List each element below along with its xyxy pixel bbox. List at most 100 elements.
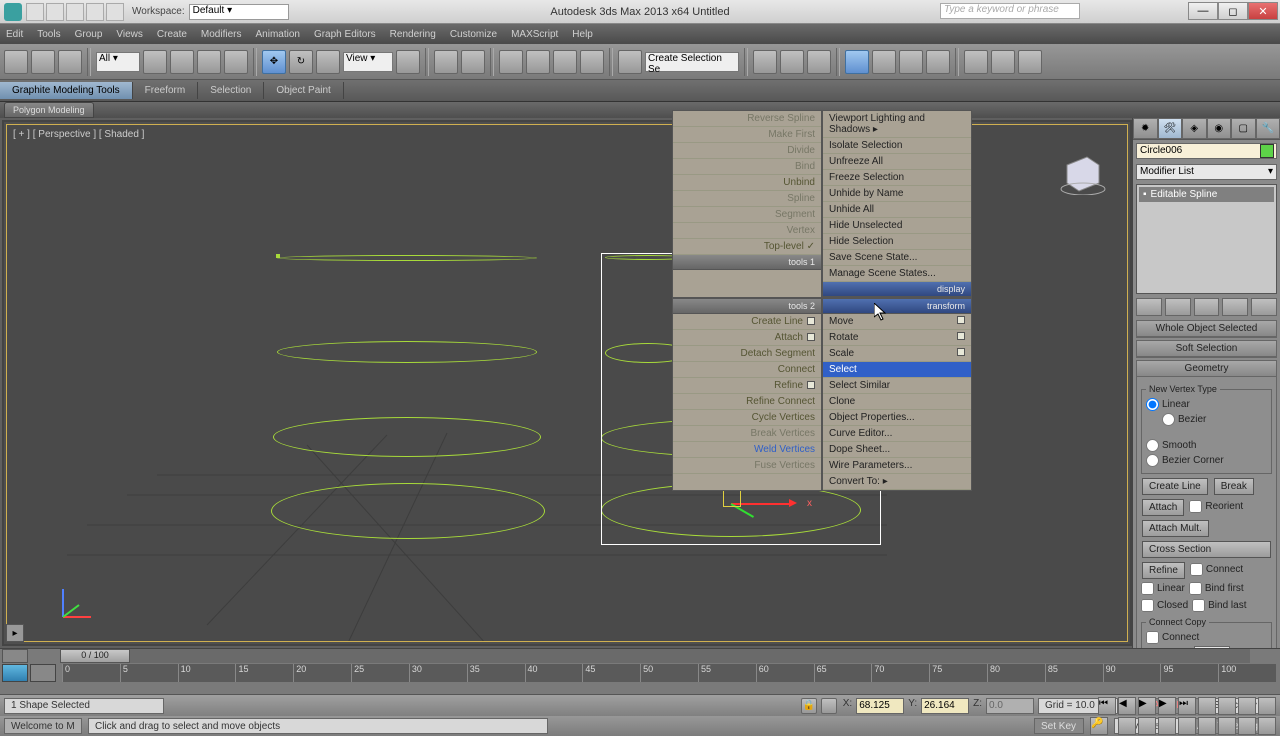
modifier-list-dropdown[interactable]: Modifier List▾: [1136, 164, 1277, 180]
percent-snap-icon[interactable]: [553, 50, 577, 74]
nav-fov-icon[interactable]: [1258, 697, 1276, 715]
use-center-icon[interactable]: [396, 50, 420, 74]
timeline-toggle-icon[interactable]: [2, 649, 28, 663]
quad-item-clone[interactable]: Clone: [823, 394, 971, 410]
object-name-field[interactable]: Circle006: [1136, 143, 1277, 159]
quad-item-wire-params[interactable]: Wire Parameters...: [823, 458, 971, 474]
menu-edit[interactable]: Edit: [6, 29, 23, 40]
app-icon[interactable]: [4, 3, 22, 21]
spline-ellipse[interactable]: [273, 417, 541, 457]
utilities-panel-tab[interactable]: 🔧: [1256, 118, 1280, 139]
quad-item[interactable]: Unhide All: [823, 202, 971, 218]
goto-start-icon[interactable]: ⏮: [1098, 697, 1116, 715]
maximize-button[interactable]: ◻: [1218, 2, 1248, 20]
workspace-dropdown[interactable]: Default ▾: [189, 4, 289, 20]
motion-panel-tab[interactable]: ◉: [1207, 118, 1232, 139]
mirror-icon[interactable]: [753, 50, 777, 74]
menu-modifiers[interactable]: Modifiers: [201, 29, 242, 40]
quad-item[interactable]: Spline: [673, 191, 821, 207]
quad-item-select[interactable]: Select: [823, 362, 971, 378]
spinner-snap-icon[interactable]: [580, 50, 604, 74]
quad-item[interactable]: Unbind: [673, 175, 821, 191]
menu-help[interactable]: Help: [572, 29, 593, 40]
goto-end-icon[interactable]: ⏭: [1178, 697, 1196, 715]
quad-item[interactable]: Bind: [673, 159, 821, 175]
quad-item[interactable]: Unhide by Name: [823, 186, 971, 202]
remove-modifier-icon[interactable]: [1222, 298, 1248, 316]
select-region-icon[interactable]: [197, 50, 221, 74]
spline-ellipse[interactable]: [277, 341, 537, 363]
quad-item-scale[interactable]: Scale: [823, 346, 971, 362]
ribbon-modeling-tab[interactable]: Graphite Modeling Tools: [0, 82, 133, 99]
menu-grapheditors[interactable]: Graph Editors: [314, 29, 376, 40]
render-setup-icon[interactable]: [964, 50, 988, 74]
quad-item[interactable]: Unfreeze All: [823, 154, 971, 170]
menu-tools[interactable]: Tools: [37, 29, 60, 40]
quad-item[interactable]: Create Line: [673, 314, 821, 330]
modifier-stack[interactable]: ▪Editable Spline: [1136, 184, 1277, 294]
select-move-icon[interactable]: ✥: [262, 50, 286, 74]
attach-mult-button[interactable]: Attach Mult.: [1142, 520, 1209, 537]
closed-checkbox[interactable]: Closed: [1141, 599, 1188, 612]
set-key-mode-icon[interactable]: [2, 664, 28, 682]
modify-panel-tab[interactable]: 🛠: [1158, 118, 1183, 139]
create-panel-tab[interactable]: ✹: [1133, 118, 1158, 139]
quad-item[interactable]: Save Scene State...: [823, 250, 971, 266]
connect-copy-checkbox[interactable]: Connect: [1146, 631, 1267, 644]
snap-toggle-icon[interactable]: [499, 50, 523, 74]
quad-item-rotate[interactable]: Rotate: [823, 330, 971, 346]
quad-item[interactable]: Hide Unselected: [823, 218, 971, 234]
quad-item[interactable]: Segment: [673, 207, 821, 223]
z-coord-input[interactable]: [986, 698, 1034, 714]
connect-checkbox[interactable]: Connect: [1190, 563, 1243, 576]
material-editor-icon[interactable]: [926, 50, 950, 74]
quad-item[interactable]: Reverse Spline: [673, 111, 821, 127]
nav-zoomall-icon[interactable]: [1218, 697, 1236, 715]
selection-filter-dropdown[interactable]: All ▾: [96, 52, 140, 72]
configure-sets-icon[interactable]: [1251, 298, 1277, 316]
angle-snap-icon[interactable]: [526, 50, 550, 74]
select-object-icon[interactable]: [143, 50, 167, 74]
ribbon-selection-tab[interactable]: Selection: [198, 82, 264, 99]
redo-icon[interactable]: [106, 3, 124, 21]
attach-button[interactable]: Attach: [1142, 499, 1184, 516]
quad-item[interactable]: Viewport Lighting and Shadows ▸: [823, 111, 971, 138]
time-slider-handle[interactable]: 0 / 100: [60, 649, 130, 663]
reorient-checkbox[interactable]: Reorient: [1189, 500, 1243, 513]
select-scale-icon[interactable]: [316, 50, 340, 74]
show-end-result-icon[interactable]: [1165, 298, 1191, 316]
new-icon[interactable]: [26, 3, 44, 21]
ref-coord-dropdown[interactable]: View ▾: [343, 52, 393, 72]
render-icon[interactable]: [1018, 50, 1042, 74]
unlink-icon[interactable]: [31, 50, 55, 74]
menu-customize[interactable]: Customize: [450, 29, 497, 40]
vertex-smooth-radio[interactable]: Smooth: [1146, 439, 1267, 452]
make-unique-icon[interactable]: [1194, 298, 1220, 316]
spline-ellipse[interactable]: [271, 483, 545, 539]
play-icon[interactable]: ▶: [1138, 697, 1156, 715]
hierarchy-panel-tab[interactable]: ◈: [1182, 118, 1207, 139]
quad-item[interactable]: Connect: [673, 362, 821, 378]
quad-item[interactable]: Vertex: [673, 223, 821, 239]
vertex-beziercorner-radio[interactable]: Bezier Corner: [1146, 454, 1267, 467]
menu-rendering[interactable]: Rendering: [390, 29, 436, 40]
named-selection-dropdown[interactable]: Create Selection Se: [645, 52, 739, 72]
x-coord-input[interactable]: [856, 698, 904, 714]
undo-icon[interactable]: [86, 3, 104, 21]
quad-item[interactable]: Weld Vertices: [673, 442, 821, 458]
maxscript-listener[interactable]: Welcome to M: [4, 718, 82, 734]
next-frame-icon[interactable]: ▶: [1158, 697, 1176, 715]
quad-item[interactable]: Fuse Vertices: [673, 458, 821, 474]
gizmo-xy-plane[interactable]: [723, 489, 741, 507]
menu-animation[interactable]: Animation: [255, 29, 299, 40]
nav-zoom-icon[interactable]: [1198, 697, 1216, 715]
bind-spacewarp-icon[interactable]: [58, 50, 82, 74]
cross-section-button[interactable]: Cross Section: [1142, 541, 1271, 558]
time-slider[interactable]: 0 / 100: [60, 649, 1250, 663]
quad-item[interactable]: Divide: [673, 143, 821, 159]
quad-item[interactable]: Refine: [673, 378, 821, 394]
menu-views[interactable]: Views: [116, 29, 143, 40]
menu-create[interactable]: Create: [157, 29, 187, 40]
soft-selection-rollout-header[interactable]: Soft Selection: [1137, 341, 1276, 357]
select-by-name-icon[interactable]: [170, 50, 194, 74]
